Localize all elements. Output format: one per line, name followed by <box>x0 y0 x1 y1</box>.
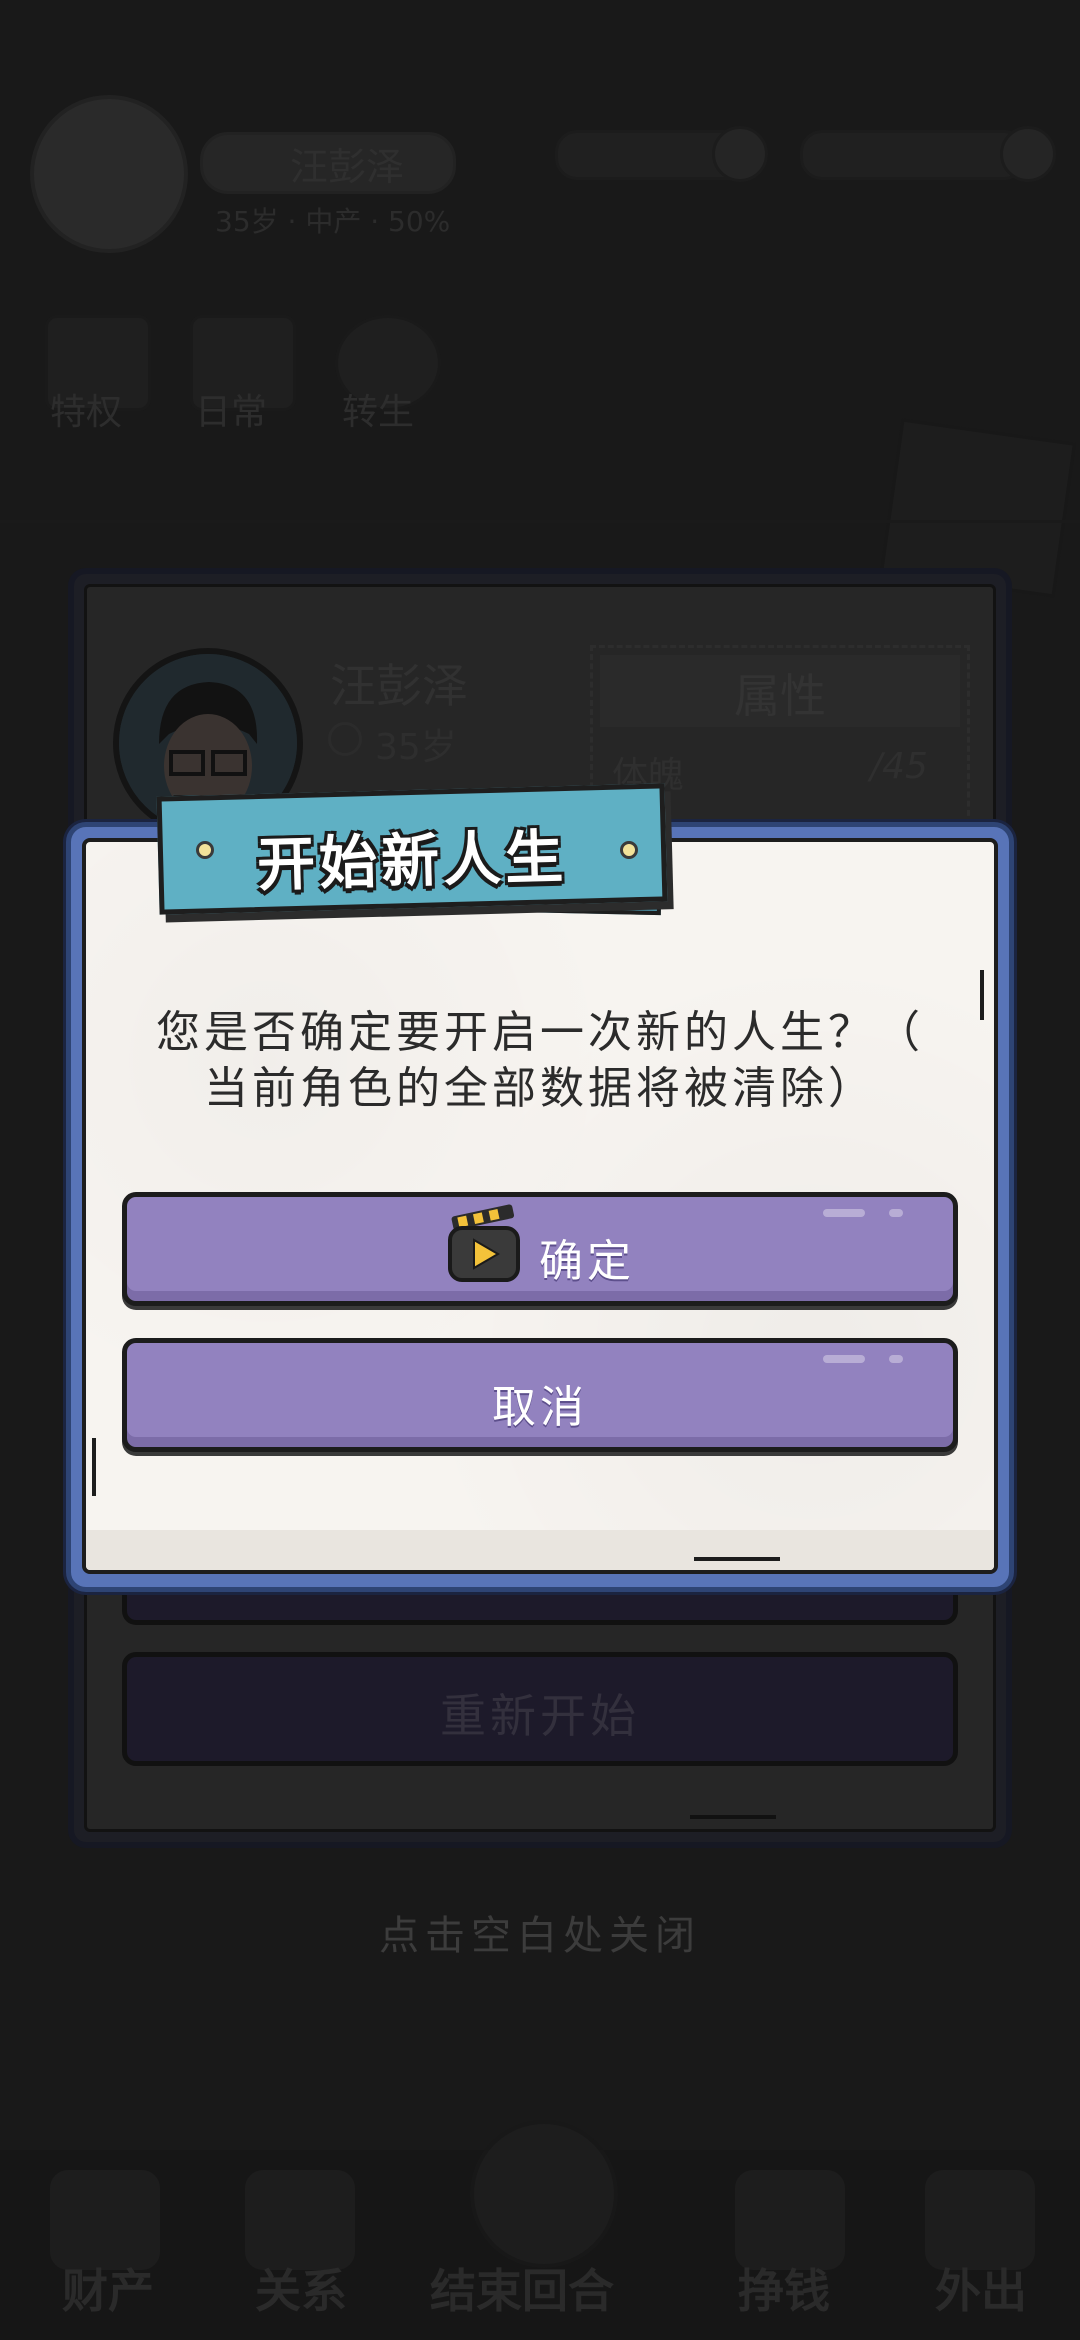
player-stats: 35岁 · 中产 · 50% <box>215 205 451 238</box>
resource-add-icon-1 <box>712 126 768 182</box>
nav-earn-label: 挣钱 <box>738 2264 830 2318</box>
dialog-message-line2: 当前角色的全部数据将被清除） <box>204 1063 876 1114</box>
nav-end-turn-label: 结束回合 <box>430 2264 614 2318</box>
attribute-value: /45 <box>870 746 928 787</box>
character-name: 汪彭泽 <box>330 659 468 713</box>
dialog-title: 开始新人生 <box>256 822 568 900</box>
cancel-button[interactable]: 取消 <box>122 1338 958 1452</box>
close-hint: 点击空白处关闭 <box>379 1913 701 1959</box>
confirm-button-label: 确定 <box>539 1236 635 1287</box>
divider <box>0 520 1080 523</box>
video-ad-icon <box>446 1204 522 1284</box>
dialog-message-line1: 您是否确定要开启一次新的人生？（ <box>156 1007 924 1058</box>
nav-end-turn-icon[interactable] <box>470 2120 618 2268</box>
nav-property-label: 财产 <box>62 2264 154 2318</box>
resource-bar-2 <box>800 130 1026 180</box>
restart-button-label: 重新开始 <box>440 1689 640 1743</box>
panel-edge-mark <box>690 1815 776 1819</box>
confirm-button[interactable]: 确定 <box>122 1192 958 1306</box>
paper-edge-mark <box>92 1438 96 1496</box>
quick-action-label-2: 日常 <box>195 392 268 433</box>
paper-edge-mark <box>694 1557 780 1561</box>
player-avatar <box>30 95 188 253</box>
nav-relations-label: 关系 <box>255 2264 347 2318</box>
clock-icon <box>328 722 362 756</box>
attributes-title: 属性 <box>734 669 826 723</box>
character-age: 35岁 <box>375 727 457 768</box>
dialog-message: 您是否确定要开启一次新的人生？（ 当前角色的全部数据将被清除） <box>120 1005 960 1117</box>
player-name: 汪彭泽 <box>290 145 405 189</box>
cancel-button-label: 取消 <box>492 1382 588 1433</box>
quick-action-label-3: 转生 <box>342 392 415 433</box>
nav-outing-label: 外出 <box>935 2264 1027 2318</box>
quick-action-label-1: 特权 <box>50 392 123 433</box>
resource-add-icon-2 <box>1000 126 1056 182</box>
paper-edge-mark <box>980 970 984 1020</box>
